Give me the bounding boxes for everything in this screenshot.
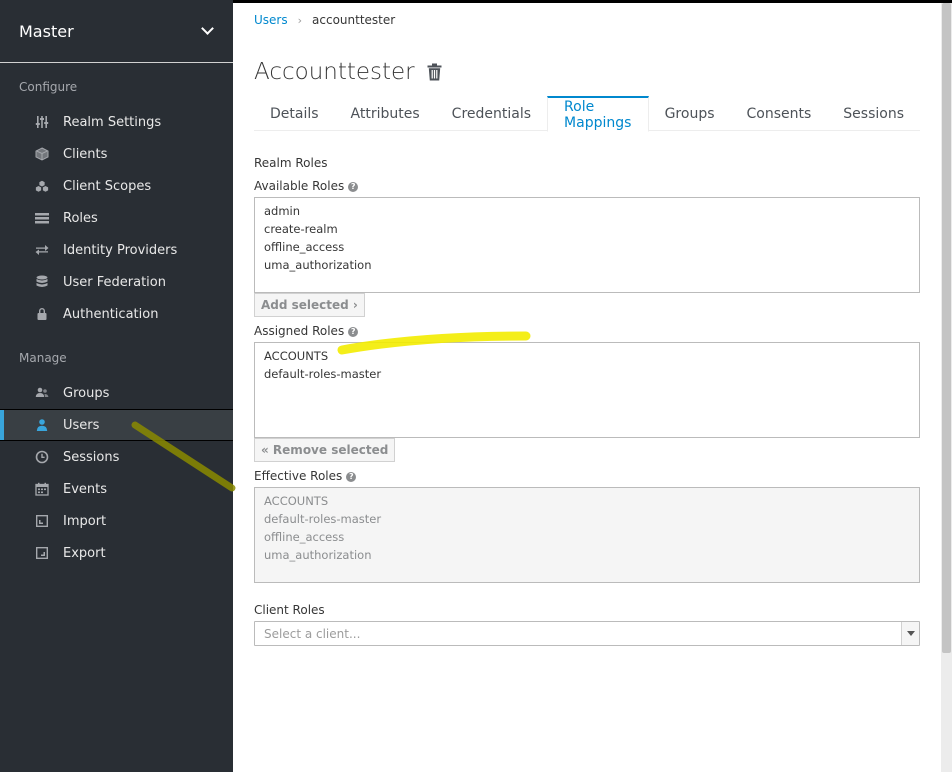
list-item: offline_access (264, 530, 345, 544)
sidebar-item-label: Identity Providers (63, 242, 178, 258)
sidebar-item-label: Groups (63, 385, 110, 401)
section-configure: Configure (19, 80, 78, 94)
tab-credentials[interactable]: Credentials (436, 96, 547, 131)
trash-icon[interactable] (427, 63, 442, 81)
effective-roles-list: ACCOUNTS default-roles-master offline_ac… (254, 487, 920, 583)
sidebar-item-label: Export (63, 545, 106, 561)
sidebar-item-client-scopes[interactable]: Client Scopes (0, 170, 233, 202)
page-scrollbar[interactable] (941, 3, 952, 772)
sidebar-item-authentication[interactable]: Authentication (0, 298, 233, 330)
breadcrumb-separator: › (297, 13, 303, 27)
sidebar-item-label: Users (63, 417, 100, 433)
remove-selected-button[interactable]: « Remove selected (254, 438, 396, 462)
sliders-icon (35, 115, 49, 129)
tab-details[interactable]: Details (254, 96, 335, 131)
list-icon (35, 211, 49, 225)
tab-attributes[interactable]: Attributes (335, 96, 436, 131)
export-icon (35, 546, 49, 560)
client-select-placeholder: Select a client... (264, 626, 361, 641)
sidebar-item-label: Roles (63, 210, 98, 226)
sidebar-item-sessions[interactable]: Sessions (0, 441, 233, 473)
sidebar-item-events[interactable]: Events (0, 473, 233, 505)
nav-manage: Groups Users Sessions Events Import Expo… (0, 377, 233, 569)
exchange-icon (35, 243, 49, 257)
sidebar-item-label: Sessions (63, 449, 120, 465)
list-item: uma_authorization (264, 548, 372, 562)
sidebar-item-user-federation[interactable]: User Federation (0, 266, 233, 298)
list-item[interactable]: default-roles-master (264, 365, 910, 383)
sidebar-item-export[interactable]: Export (0, 537, 233, 569)
effective-roles-label: Effective Roles? (254, 469, 357, 483)
available-roles-label-text: Available Roles (254, 179, 345, 193)
assigned-roles-list[interactable]: ACCOUNTS default-roles-master (254, 342, 920, 438)
sidebar-item-import[interactable]: Import (0, 505, 233, 537)
section-manage: Manage (19, 351, 67, 365)
sidebar-item-label: Events (63, 481, 108, 497)
breadcrumb-users-link[interactable]: Users (254, 13, 288, 27)
scrollbar-thumb[interactable] (942, 3, 951, 653)
user-icon (35, 418, 49, 432)
tab-consents[interactable]: Consents (731, 96, 828, 131)
sidebar-item-clients[interactable]: Clients (0, 138, 233, 170)
list-item[interactable]: ACCOUNTS (264, 347, 910, 365)
tab-role-mappings[interactable]: Role Mappings (547, 96, 649, 132)
add-selected-button[interactable]: Add selected › (254, 293, 365, 317)
available-roles-list[interactable]: admin create-realm offline_access uma_au… (254, 197, 920, 293)
import-icon (35, 514, 49, 528)
sidebar-item-label: Clients (63, 146, 108, 162)
list-item[interactable]: uma_authorization (264, 256, 910, 274)
sidebar-item-label: Client Scopes (63, 178, 152, 194)
sidebar-item-label: Authentication (63, 306, 159, 322)
sidebar-item-label: Realm Settings (63, 114, 162, 130)
help-icon[interactable]: ? (348, 327, 359, 337)
realm-selector[interactable]: Master (0, 0, 233, 63)
realm-roles-heading: Realm Roles (254, 156, 328, 170)
sidebar-item-label: Import (63, 513, 107, 529)
sidebar-item-label: User Federation (63, 274, 166, 290)
chevron-down-icon[interactable] (901, 622, 919, 645)
list-item[interactable]: offline_access (264, 238, 910, 256)
help-icon[interactable]: ? (346, 472, 357, 482)
page-title: Accounttester (254, 59, 415, 85)
list-item: ACCOUNTS (264, 494, 329, 508)
database-icon (35, 275, 49, 289)
help-icon[interactable]: ? (348, 182, 359, 192)
sidebar-item-users[interactable]: Users (0, 409, 233, 441)
top-border (233, 0, 952, 3)
users-icon (35, 386, 49, 400)
realm-name: Master (19, 21, 74, 41)
assigned-roles-label-text: Assigned Roles (254, 324, 345, 338)
assigned-roles-label: Assigned Roles? (254, 324, 359, 338)
tab-groups[interactable]: Groups (649, 96, 731, 131)
page-title-row: Accounttester (254, 59, 442, 85)
clock-icon (35, 450, 49, 464)
list-item[interactable]: admin (264, 202, 910, 220)
available-roles-label: Available Roles? (254, 179, 359, 193)
breadcrumb-current: accounttester (312, 13, 396, 27)
tab-sessions[interactable]: Sessions (827, 96, 920, 131)
nav-configure: Realm Settings Clients Client Scopes Rol… (0, 106, 233, 330)
sidebar-item-groups[interactable]: Groups (0, 377, 233, 409)
sidebar-item-realm-settings[interactable]: Realm Settings (0, 106, 233, 138)
breadcrumb: Users › accounttester (254, 13, 395, 27)
calendar-icon (35, 482, 49, 496)
chevron-down-icon (201, 22, 214, 35)
sidebar: Master Configure Realm Settings Clients … (0, 0, 233, 772)
list-item: default-roles-master (264, 512, 382, 526)
sidebar-item-identity-providers[interactable]: Identity Providers (0, 234, 233, 266)
client-select[interactable]: Select a client... (254, 621, 920, 646)
cube-icon (35, 147, 49, 161)
client-roles-heading: Client Roles (254, 603, 325, 617)
cubes-icon (35, 179, 49, 193)
sidebar-item-roles[interactable]: Roles (0, 202, 233, 234)
effective-roles-label-text: Effective Roles (254, 469, 343, 483)
list-item[interactable]: create-realm (264, 220, 910, 238)
tab-bar: Details Attributes Credentials Role Mapp… (254, 96, 920, 132)
lock-icon (35, 307, 49, 321)
